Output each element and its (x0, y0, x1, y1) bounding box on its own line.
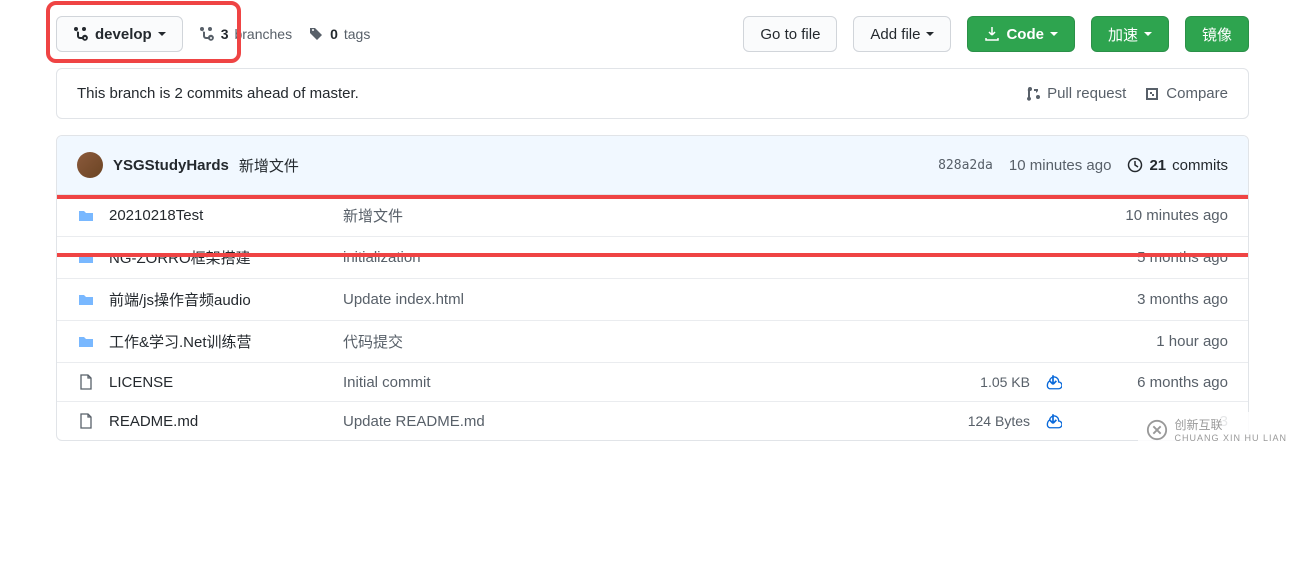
file-commit-message[interactable]: Update README.md (343, 413, 936, 430)
tags-link[interactable]: 0 tags (308, 26, 370, 42)
file-time: 6 months ago (1088, 374, 1228, 391)
compare-label: Compare (1166, 85, 1228, 102)
commits-count: 21 (1149, 157, 1166, 174)
history-icon (1127, 157, 1143, 173)
tag-icon (308, 26, 324, 42)
watermark-sub: CHUANG XIN HU LIAN (1174, 433, 1287, 443)
file-row[interactable]: README.mdUpdate README.md124 Bytes3 (57, 402, 1248, 440)
file-row[interactable]: 20210218Test 新增文件 10 minutes ago (57, 195, 1248, 237)
branch-icon (199, 26, 215, 42)
code-button[interactable]: Code (967, 16, 1075, 52)
commit-message[interactable]: 新增文件 (239, 155, 299, 176)
pull-request-label: Pull request (1047, 85, 1126, 102)
commit-hash[interactable]: 828a2da (938, 158, 993, 173)
file-size: 124 Bytes (950, 413, 1030, 429)
avatar[interactable] (77, 152, 103, 178)
file-time: 5 months ago (1088, 249, 1228, 266)
file-row[interactable]: NG-ZORRO框架搭建 initialization 5 months ago (57, 237, 1248, 279)
latest-commit-bar: YSGStudyHards 新增文件 828a2da 10 minutes ag… (57, 136, 1248, 195)
file-row[interactable]: 前端/js操作音频audio Update index.html 3 months … (57, 279, 1248, 321)
caret-down-icon (1050, 32, 1058, 36)
folder-icon (77, 292, 95, 308)
file-name[interactable]: 工作&学习.Net训练营 (109, 331, 329, 352)
commits-link[interactable]: 21 commits (1127, 157, 1228, 174)
pull-request-link[interactable]: Pull request (1025, 85, 1126, 102)
branch-status-bar: This branch is 2 commits ahead of master… (56, 68, 1249, 119)
compare-icon (1144, 86, 1160, 102)
commits-label: commits (1172, 157, 1228, 174)
add-file-label: Add file (870, 26, 920, 43)
file-name[interactable]: NG-ZORRO框架搭建 (109, 247, 329, 268)
file-icon (77, 413, 95, 429)
file-time: 3 months ago (1088, 291, 1228, 308)
download-icon (984, 26, 1000, 42)
file-row[interactable]: LICENSE Initial commit 1.05 KB 6 months ago (57, 363, 1248, 402)
branches-link[interactable]: 3 branches (199, 26, 292, 42)
file-name[interactable]: 前端/js操作音频audio (109, 289, 329, 310)
file-commit-message[interactable]: 代码提交 (343, 331, 936, 352)
add-file-button[interactable]: Add file (853, 16, 951, 52)
branch-icon (73, 26, 89, 42)
compare-link[interactable]: Compare (1144, 85, 1228, 102)
accelerate-button[interactable]: 加速 (1091, 16, 1169, 52)
caret-down-icon (926, 32, 934, 36)
branch-status-text: This branch is 2 commits ahead of master… (77, 85, 359, 102)
file-name[interactable]: 20210218Test (109, 207, 329, 224)
mirror-button[interactable]: 镜像 (1185, 16, 1249, 52)
branches-count: 3 (221, 26, 229, 42)
file-size: 1.05 KB (950, 374, 1030, 390)
file-commit-message[interactable]: 新增文件 (343, 205, 936, 226)
file-name[interactable]: LICENSE (109, 374, 329, 391)
watermark: 创新互联 CHUANG XIN HU LIAN (1138, 412, 1295, 447)
pull-request-icon (1025, 86, 1041, 102)
file-commit-message[interactable]: Initial commit (343, 374, 936, 391)
watermark-logo-icon (1146, 419, 1168, 441)
accel-label: 加速 (1108, 24, 1138, 45)
file-name[interactable]: README.md (109, 413, 329, 430)
branch-select-button[interactable]: develop (56, 16, 183, 52)
tags-label: tags (344, 26, 370, 42)
file-commit-message[interactable]: Update index.html (343, 291, 936, 308)
code-label: Code (1006, 26, 1044, 43)
file-row[interactable]: 工作&学习.Net训练营代码提交 1 hour ago (57, 321, 1248, 363)
branch-name: develop (95, 26, 152, 43)
commit-time: 10 minutes ago (1009, 157, 1112, 174)
watermark-brand: 创新互联 (1174, 416, 1287, 433)
folder-icon (77, 208, 95, 224)
branches-label: branches (234, 26, 292, 42)
commit-author[interactable]: YSGStudyHards (113, 157, 229, 174)
tags-count: 0 (330, 26, 338, 42)
file-list: YSGStudyHards 新增文件 828a2da 10 minutes ag… (56, 135, 1249, 441)
file-time: 10 minutes ago (1088, 207, 1228, 224)
file-icon (77, 374, 95, 390)
goto-file-button[interactable]: Go to file (743, 16, 837, 52)
download-icon[interactable] (1044, 412, 1074, 430)
file-commit-message[interactable]: initialization (343, 249, 936, 266)
folder-icon (77, 250, 95, 266)
caret-down-icon (1144, 32, 1152, 36)
file-time: 1 hour ago (1088, 333, 1228, 350)
folder-icon (77, 334, 95, 350)
download-icon[interactable] (1044, 373, 1074, 391)
caret-down-icon (158, 32, 166, 36)
repo-toolbar: develop 3 branches 0 tags Go to file Add… (56, 16, 1249, 52)
